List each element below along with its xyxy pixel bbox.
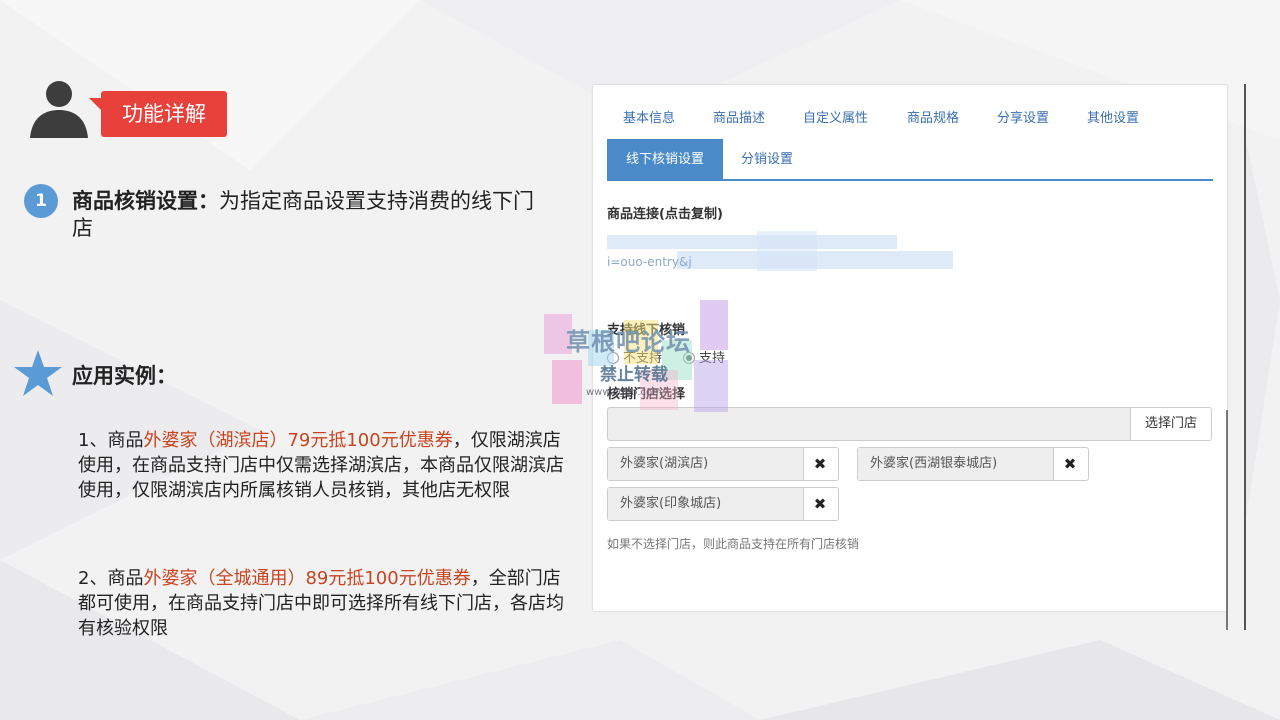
tab-specifications[interactable]: 商品规格 (907, 107, 959, 126)
tab-share-settings[interactable]: 分享设置 (997, 107, 1049, 126)
tabs-row-secondary: 线下核销设置 分销设置 (607, 139, 1213, 181)
user-avatar-icon (30, 81, 88, 138)
product-link-label: 商品连接(点击复制) (607, 207, 723, 222)
tab-description[interactable]: 商品描述 (713, 107, 765, 126)
store-chip-name: 外婆家(湖滨店) (608, 448, 804, 480)
example-2-prefix: 2、商品 (78, 568, 144, 589)
watermark-title: 草根吧论坛 (566, 328, 691, 356)
example-2: 2、商品外婆家（全城通用）89元抵100元优惠券，全部门店都可使用，在商品支持门… (78, 566, 570, 641)
panel-edge-line-inner (1226, 410, 1228, 630)
tab-other-settings[interactable]: 其他设置 (1087, 107, 1139, 126)
example-1: 1、商品外婆家（湖滨店）79元抵100元优惠券，仅限湖滨店使用，在商品支持门店中… (78, 428, 570, 503)
remove-store-icon[interactable]: ✖ (802, 448, 838, 480)
feature-description: 商品核销设置：为指定商品设置支持消费的线下门店 (72, 188, 542, 242)
example-1-highlight: 外婆家（湖滨店）79元抵100元优惠券 (143, 430, 453, 451)
watermark-subtitle: 禁止转载 (600, 365, 668, 385)
remove-store-icon[interactable]: ✖ (1052, 448, 1088, 480)
example-title: 应用实例： (72, 364, 177, 388)
store-chip-yinxiang: 外婆家(印象城店) ✖ (607, 487, 839, 521)
section-tag: 功能详解 (89, 91, 227, 137)
example-1-prefix: 1、商品 (78, 430, 144, 451)
feature-title: 商品核销设置： (72, 189, 219, 213)
tab-offline-verification[interactable]: 线下核销设置 (607, 139, 723, 181)
store-hint-text: 如果不选择门店，则此商品支持在所有门店核销 (607, 537, 860, 551)
store-chip-name: 外婆家(西湖银泰城店) (858, 448, 1054, 480)
tab-custom-attributes[interactable]: 自定义属性 (803, 107, 868, 126)
tab-basic-info[interactable]: 基本信息 (623, 107, 675, 126)
example-2-highlight: 外婆家（全城通用）89元抵100元优惠券 (143, 568, 471, 589)
store-chip-xihu: 外婆家(西湖银泰城店) ✖ (857, 447, 1089, 481)
product-link-text: i=ouo-entry&j (607, 255, 692, 269)
watermark-url: www.cgbb.com (586, 387, 662, 398)
store-chip-hubin: 外婆家(湖滨店) ✖ (607, 447, 839, 481)
step-number-badge: 1 (24, 184, 58, 218)
panel-edge-line (1244, 84, 1246, 630)
star-icon (14, 350, 62, 396)
store-chip-name: 外婆家(印象城店) (608, 488, 804, 520)
select-store-button[interactable]: 选择门店 (1130, 407, 1212, 441)
remove-store-icon[interactable]: ✖ (802, 488, 838, 520)
tab-distribution[interactable]: 分销设置 (741, 139, 793, 181)
